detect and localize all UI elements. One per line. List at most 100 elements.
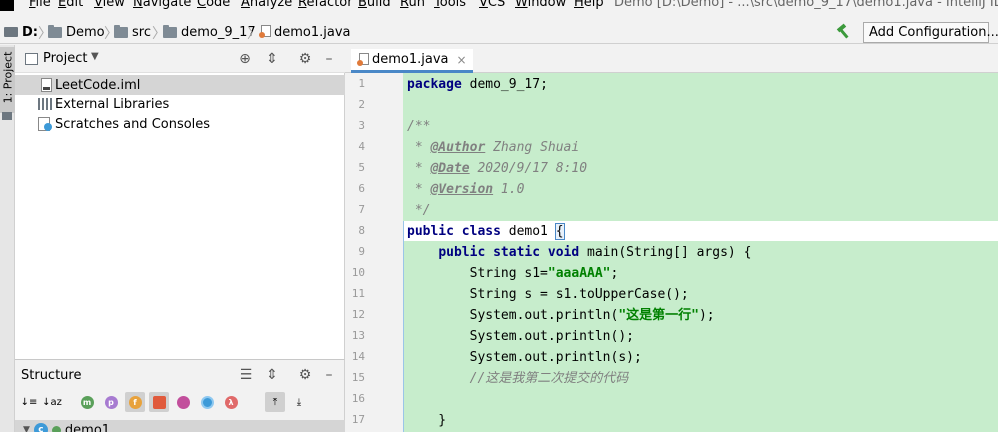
line-number: 5 [358,161,365,174]
indent-guide [403,221,404,432]
code-line-6: * @Version 1.0 [407,182,525,197]
editor-tab-demo1[interactable]: demo1.java × [351,49,473,73]
class-icon: c [33,423,48,432]
build-hammer-icon[interactable] [835,24,853,40]
breadcrumb-src[interactable]: src [114,23,151,41]
sort-alphabetically-icon[interactable]: ↓az [42,392,62,412]
show-anonymous-icon[interactable] [173,392,193,412]
lambda-icon[interactable]: λ [221,392,241,412]
breadcrumb-drive[interactable]: D: [4,23,38,41]
line-number: 1 [358,77,365,90]
code-line-13: System.out.println(); [407,329,634,344]
menu-tools[interactable]: Tools [434,0,466,11]
tree-item-scratches[interactable]: Scratches and Consoles [15,114,345,134]
line-number-gutter: 1 2 3 4 5 6 7 8 9 10 11 12 13 14 15 16 1… [345,73,403,432]
tree-item-label: Scratches and Consoles [55,116,211,132]
iml-file-icon [41,78,52,92]
line-number: 3 [358,119,365,132]
tree-item-external-libraries[interactable]: External Libraries [15,94,345,114]
line-number: 13 [351,329,365,342]
autoscroll-to-source-icon[interactable]: ⤒ [265,392,285,412]
breadcrumb-package[interactable]: demo_9_17 [163,23,256,41]
window-title: Demo [D:\Demo] - ...\src\demo_9_17\demo1… [614,0,998,10]
code-line-5: * @Date 2020/9/17 8:10 [407,161,588,176]
locate-target-icon[interactable]: ⊕ [236,50,254,68]
breadcrumb-file[interactable]: demo1.java [259,23,351,41]
show-lambdas-icon[interactable] [197,392,217,412]
line-number: 12 [351,308,365,321]
java-file-icon [357,52,369,67]
menu-run[interactable]: Run [400,0,425,11]
editor-tab-label: demo1.java [372,52,449,67]
project-tool-tab[interactable]: 1: Project [0,47,15,113]
drive-icon [4,27,18,37]
tree-item-label: External Libraries [55,96,170,112]
line-number: 16 [351,392,365,405]
breadcrumb-file-label: demo1.java [274,24,351,40]
minimize-icon[interactable]: – [320,366,338,384]
menu-build[interactable]: Build [358,0,391,11]
code-line-7: */ [407,203,431,218]
menu-help[interactable]: Help [574,0,604,11]
line-number: 8 [358,224,365,237]
gear-icon[interactable]: ⚙ [296,50,314,68]
show-properties-icon[interactable]: p [101,392,121,412]
code-line-17: } [407,413,447,428]
show-non-public-icon[interactable] [149,392,169,412]
library-icon [38,98,52,110]
menu-vcs[interactable]: VCS [479,0,505,11]
collapse-all-icon[interactable]: ⇕ [263,50,281,68]
code-line-14: System.out.println(s); [407,350,642,365]
show-inherited-icon[interactable]: m [77,392,97,412]
left-tool-strip: 1: Project [0,45,15,432]
line-number: 15 [351,371,365,384]
align-icon[interactable]: ☰ [237,366,255,384]
menu-edit[interactable]: Edit [58,0,83,11]
line-number: 7 [358,203,365,216]
code-line-11: String s = s1.toUpperCase(); [407,287,689,302]
code-text-area[interactable]: package demo_9_17; /** * @Author Zhang S… [403,73,998,432]
public-visibility-icon [51,425,61,432]
add-configuration-button[interactable]: Add Configuration... [863,22,998,43]
gear-icon[interactable]: ⚙ [296,366,314,384]
line-number: 14 [351,350,365,363]
breadcrumb-demo-label: Demo [66,24,105,40]
line-number: 2 [358,98,365,111]
line-number: 11 [351,287,365,300]
breadcrumb-drive-label: D: [22,24,38,40]
line-number: 17 [351,413,365,426]
structure-class-row[interactable]: ▼ c demo1 [15,420,345,432]
chevron-down-icon[interactable]: ▼ [91,51,99,62]
code-line-12: System.out.println("这是第一行"); [407,308,715,323]
line-number: 9 [358,245,365,258]
code-line-4: * @Author Zhang Shuai [407,140,580,155]
project-panel-title[interactable]: Project [43,51,87,66]
autoscroll-from-source-icon[interactable]: ⤓ [289,392,309,412]
show-fields-icon[interactable]: f [125,392,145,412]
breadcrumb-demo[interactable]: Demo [48,23,105,41]
chevron-down-icon[interactable]: ▼ [23,425,30,432]
menu-analyze[interactable]: Analyze [241,0,292,11]
menu-navigate[interactable]: Navigate [133,0,191,11]
matched-brace: { [554,223,565,240]
menu-code[interactable]: Code [197,0,230,11]
menu-bar: File Edit View Navigate Code Analyze Ref… [0,0,998,12]
line-number: 10 [351,266,365,279]
menu-refactor[interactable]: Refactor [298,0,353,11]
tree-item-leetcode-iml[interactable]: LeetCode.iml [15,75,345,95]
code-line-1: package demo_9_17; [407,77,548,92]
minimize-icon[interactable]: – [320,50,338,68]
project-window-icon [25,53,38,65]
code-line-8: public class demo1 { [407,223,565,240]
code-line-3: /** [407,119,431,134]
collapse-all-icon[interactable]: ⇕ [263,366,281,384]
code-line-9: public static void main(String[] args) { [438,245,752,260]
menu-view[interactable]: View [94,0,125,11]
line-number: 6 [358,182,365,195]
menu-file[interactable]: File [29,0,51,11]
close-icon[interactable]: × [457,53,467,67]
sort-by-visibility-icon[interactable]: ↓≡ [19,392,39,412]
menu-window[interactable]: Window [515,0,566,11]
breadcrumb-package-label: demo_9_17 [181,24,256,40]
code-line-10: String s1="aaaAAA"; [407,266,619,281]
